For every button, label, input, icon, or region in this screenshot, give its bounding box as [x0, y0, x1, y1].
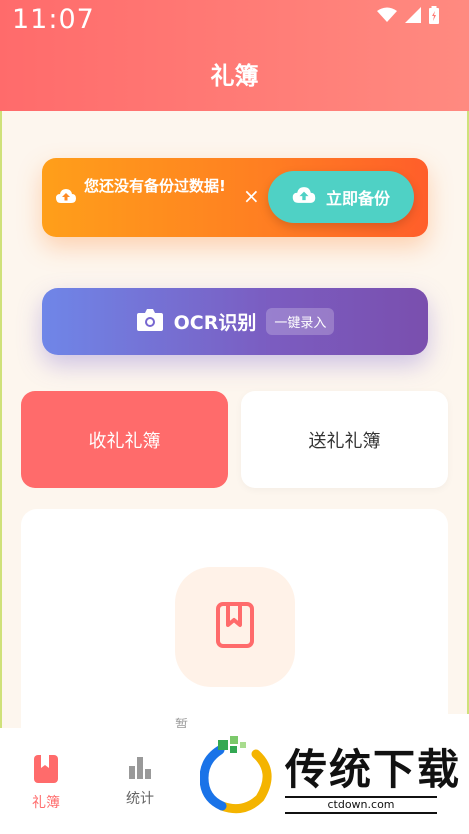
page-title: 礼簿 — [210, 62, 259, 90]
camera-icon — [136, 308, 164, 336]
cloud-upload-icon — [56, 188, 76, 208]
status-time: 11:07 — [12, 4, 95, 35]
ocr-chip: 一键录入 — [266, 308, 335, 335]
nav-item-stats[interactable]: 统计 — [110, 754, 170, 808]
tab-sent-gifts[interactable]: 送礼礼簿 — [241, 391, 448, 488]
nav-label: 礼簿 — [32, 795, 60, 811]
signal-icon — [405, 7, 421, 27]
tab-received-gifts[interactable]: 收礼礼簿 — [21, 391, 228, 488]
nav-item-ledger[interactable]: 礼簿 — [16, 754, 76, 812]
status-bar: 11:07 — [0, 0, 469, 40]
watermark-overlay: 传统下载 ctdown.com — [190, 714, 469, 834]
status-icons — [377, 6, 439, 28]
backup-banner: 您还没有备份过数据! × 立即备份 — [42, 158, 428, 237]
nav-label: 统计 — [126, 791, 154, 807]
book-icon — [215, 601, 255, 653]
wifi-icon — [377, 7, 397, 27]
backup-message: 您还没有备份过数据! — [84, 177, 226, 195]
book-icon — [33, 755, 59, 788]
watermark-url: ctdown.com — [285, 796, 437, 814]
logo-icon — [199, 736, 276, 818]
bar-chart-icon — [127, 757, 153, 784]
close-icon[interactable]: × — [243, 184, 260, 208]
ocr-label: OCR识别 — [173, 312, 257, 334]
watermark-brand: 传统下载 — [285, 745, 462, 794]
cloud-upload-icon — [292, 186, 316, 208]
backup-now-button[interactable]: 立即备份 — [268, 171, 414, 223]
ocr-button[interactable]: OCR识别 一键录入 — [42, 288, 428, 355]
backup-now-label: 立即备份 — [325, 189, 390, 208]
empty-state-icon-bg — [175, 567, 295, 687]
battery-icon — [429, 6, 439, 28]
